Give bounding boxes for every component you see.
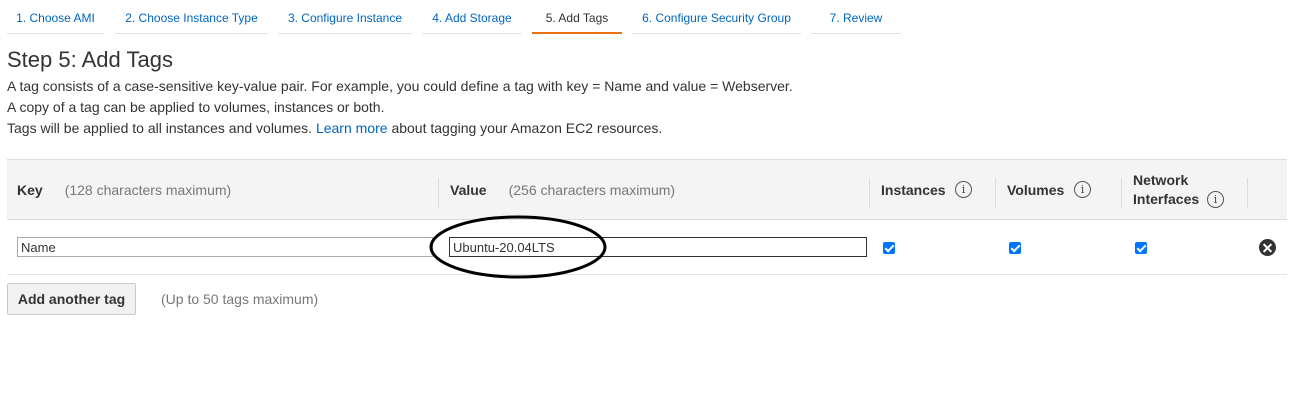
annotation-ellipse <box>429 215 607 279</box>
volumes-checkbox[interactable] <box>1009 242 1021 254</box>
column-divider <box>995 178 996 208</box>
value-column-header: Value (256 characters maximum) <box>450 182 675 198</box>
column-divider <box>438 178 439 208</box>
tab-choose-instance-type[interactable]: 2. Choose Instance Type <box>115 0 268 34</box>
key-header-label: Key <box>17 182 43 198</box>
column-divider <box>1247 178 1248 208</box>
description-line-3-start: Tags will be applied to all instances an… <box>7 120 313 136</box>
remove-circle-icon[interactable] <box>1259 239 1276 256</box>
value-header-hint: (256 characters maximum) <box>508 182 676 198</box>
value-header-label: Value <box>450 182 487 198</box>
key-header-hint: (128 characters maximum) <box>64 182 232 198</box>
tags-table-header: Key (128 characters maximum) Value (256 ch… <box>7 160 1287 220</box>
wizard-steps: 1. Choose AMI 2. Choose Instance Type 3.… <box>0 0 1311 36</box>
info-icon[interactable]: i <box>955 181 972 198</box>
network-interfaces-checkbox[interactable] <box>1135 242 1147 254</box>
tags-table: Key (128 characters maximum) Value (256 ch… <box>7 159 1287 275</box>
description-line-3-end: about tagging your Amazon EC2 resources. <box>391 120 663 136</box>
tag-key-input[interactable] <box>17 237 433 257</box>
tab-add-tags[interactable]: 5. Add Tags <box>532 0 622 34</box>
tab-choose-ami[interactable]: 1. Choose AMI <box>7 0 104 34</box>
description-line-3: Tags will be applied to all instances an… <box>7 120 662 136</box>
instances-checkbox[interactable] <box>883 242 895 254</box>
tab-configure-security-group[interactable]: 6. Configure Security Group <box>632 0 801 34</box>
tab-review[interactable]: 7. Review <box>811 0 901 34</box>
tab-add-storage[interactable]: 4. Add Storage <box>422 0 522 34</box>
instances-column-header: Instances <box>881 182 946 198</box>
tab-configure-instance[interactable]: 3. Configure Instance <box>278 0 412 34</box>
info-icon[interactable]: i <box>1074 181 1091 198</box>
page-title: Step 5: Add Tags <box>7 47 173 72</box>
key-column-header: Key (128 characters maximum) <box>17 182 231 198</box>
add-another-tag-button[interactable]: Add another tag <box>7 283 136 315</box>
volumes-column-header: Volumes <box>1007 182 1065 198</box>
tag-limit-hint: (Up to 50 tags maximum) <box>161 291 319 307</box>
description-line-2: A copy of a tag can be applied to volume… <box>7 99 385 115</box>
description-line-1: A tag consists of a case-sensitive key-v… <box>7 78 793 94</box>
network-interfaces-column-header-line-2: Interfaces <box>1133 191 1200 207</box>
column-divider <box>1121 178 1122 208</box>
column-divider <box>869 178 870 208</box>
learn-more-link[interactable]: Learn more <box>316 120 388 136</box>
info-icon[interactable]: i <box>1207 191 1224 208</box>
network-interfaces-column-header: Network <box>1133 172 1189 188</box>
